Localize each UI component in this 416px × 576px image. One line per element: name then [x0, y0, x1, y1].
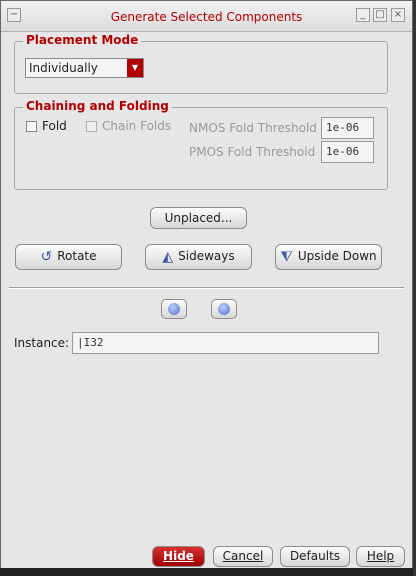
hide-label: Hide — [163, 549, 194, 563]
sideways-label: Sideways — [178, 249, 235, 263]
upside-down-icon: ⧨ — [280, 248, 293, 265]
hide-button[interactable]: Hide — [152, 546, 205, 567]
help-button[interactable]: Help — [356, 546, 405, 567]
fold-checkbox[interactable] — [26, 121, 37, 132]
instance-label: Instance: — [14, 336, 70, 350]
rotate-label: Rotate — [57, 249, 97, 263]
placement-mode-value: Individually — [29, 61, 98, 75]
instance-field[interactable]: |I32 — [72, 332, 379, 354]
dialog-window: − Generate Selected Components _ □ × Pla… — [0, 0, 413, 576]
cancel-button[interactable]: Cancel — [213, 546, 273, 567]
nmos-threshold-label: NMOS Fold Threshold — [189, 121, 317, 135]
upside-down-button[interactable]: ⧨ Upside Down — [275, 244, 382, 270]
fold-label: Fold — [42, 119, 67, 133]
cancel-label: Cancel — [222, 549, 264, 563]
pmos-threshold-label: PMOS Fold Threshold — [189, 145, 316, 159]
previous-icon — [168, 303, 180, 315]
defaults-button[interactable]: Defaults — [280, 546, 350, 567]
chain-folds-checkbox[interactable] — [86, 121, 97, 132]
unplaced-label: Unplaced... — [164, 211, 233, 225]
next-button[interactable] — [211, 299, 237, 319]
sideways-button[interactable]: ◭ Sideways — [145, 244, 252, 270]
chevron-down-icon[interactable]: ▼ — [127, 59, 143, 77]
help-label: Help — [366, 549, 395, 563]
placement-mode-select[interactable]: Individually ▼ — [25, 58, 144, 78]
previous-button[interactable] — [161, 299, 187, 319]
pmos-threshold-field[interactable]: 1e-06 — [321, 141, 374, 163]
divider — [9, 287, 404, 289]
chaining-folding-label: Chaining and Folding — [23, 99, 172, 113]
placement-mode-label: Placement Mode — [23, 33, 142, 47]
defaults-label: Defaults — [289, 549, 341, 563]
unplaced-button[interactable]: Unplaced... — [150, 207, 247, 229]
rotate-icon: ↺ — [40, 248, 53, 265]
window-title: Generate Selected Components — [110, 10, 303, 24]
next-icon — [218, 303, 230, 315]
sideways-icon: ◭ — [162, 248, 174, 265]
maximize-icon[interactable]: □ — [373, 8, 387, 22]
background-strip-bottom — [0, 568, 413, 576]
chain-folds-label: Chain Folds — [102, 119, 172, 133]
rotate-button[interactable]: ↺ Rotate — [15, 244, 122, 270]
title-bar[interactable]: − Generate Selected Components _ □ × — [1, 1, 412, 32]
close-icon[interactable]: × — [391, 8, 405, 22]
nmos-threshold-field[interactable]: 1e-06 — [321, 117, 374, 139]
upside-down-label: Upside Down — [297, 249, 377, 263]
minimize-icon[interactable]: _ — [356, 8, 370, 22]
